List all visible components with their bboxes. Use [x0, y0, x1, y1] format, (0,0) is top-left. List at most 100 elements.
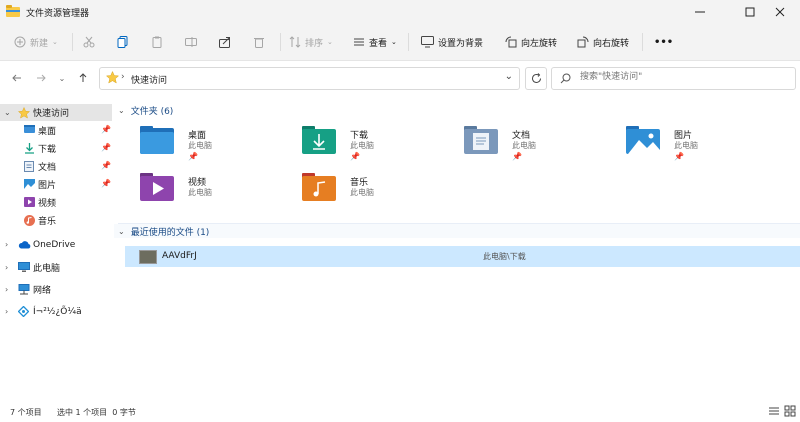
minimize-button[interactable]: [680, 0, 720, 24]
folder-location: 此电脑: [188, 188, 212, 197]
sidebar-item-desktop[interactable]: 桌面 📌: [0, 122, 112, 139]
maximize-icon: [745, 7, 755, 17]
arrow-up-icon: [79, 73, 87, 82]
content-pane: ⌄ 文件夹 (6) 桌面 此电脑 📌 下载 此电脑 📌 文档 此电脑 📌 图片 …: [114, 100, 800, 400]
image-thumbnail-icon: [139, 250, 157, 264]
set-bg-label: 设置为背景: [438, 38, 484, 49]
chevron-down-icon: ⌄: [391, 38, 397, 46]
sidebar-item-documents[interactable]: 文档 📌: [0, 158, 112, 175]
file-explorer-icon: [6, 5, 20, 17]
clipboard-icon: [152, 36, 162, 48]
view-label: 查看: [369, 38, 388, 49]
pin-icon: 📌: [101, 143, 111, 152]
music-folder-icon: [302, 173, 336, 201]
desktop-background-icon: [421, 36, 434, 48]
sidebar-item-pictures[interactable]: 图片 📌: [0, 176, 112, 193]
chevron-right-icon[interactable]: ›: [5, 263, 8, 272]
sidebar-item-videos[interactable]: 视频: [0, 194, 112, 211]
arrow-left-icon: [12, 74, 21, 82]
sidebar-item-label: 下载: [38, 145, 57, 155]
rename-icon: [185, 37, 197, 47]
share-button[interactable]: [219, 24, 231, 60]
close-button[interactable]: [760, 0, 800, 24]
pin-icon: 📌: [101, 125, 111, 134]
picture-folder-icon: [626, 126, 660, 154]
recent-locations-button[interactable]: ⌄: [54, 70, 70, 86]
chevron-right-icon[interactable]: ›: [5, 285, 8, 294]
sidebar-item-label: 文档: [38, 163, 57, 173]
file-name: AAVdFrJ: [162, 251, 197, 261]
sidebar-item-this-pc[interactable]: › 此电脑: [0, 259, 112, 276]
folder-tile-music[interactable]: 音乐 此电脑: [302, 173, 452, 213]
folder-tile-pictures[interactable]: 图片 此电脑 📌: [626, 126, 776, 166]
search-box[interactable]: [551, 67, 796, 90]
group-header-recent[interactable]: ⌄ 最近使用的文件 (1): [114, 224, 800, 238]
close-icon: [775, 7, 785, 17]
sidebar-item-downloads[interactable]: 下载 📌: [0, 140, 112, 157]
download-folder-icon: [302, 126, 336, 154]
forward-button[interactable]: [33, 70, 49, 86]
rotate-right-button[interactable]: 向右旋转: [577, 24, 629, 60]
new-button[interactable]: 新建 ⌄: [14, 24, 58, 60]
sidebar-item-music[interactable]: 音乐: [0, 212, 112, 229]
chevron-right-icon[interactable]: ›: [5, 240, 8, 249]
share-icon: [219, 37, 230, 48]
chevron-down-icon[interactable]: ⌄: [4, 108, 11, 117]
folder-location: 此电脑: [350, 141, 374, 150]
music-icon: [24, 215, 35, 226]
sidebar-item-label: 快速访问: [33, 109, 70, 119]
address-dropdown-chevron-icon[interactable]: ⌄: [505, 71, 513, 82]
sidebar-item-linux[interactable]: › Í¬²½¿Õ¼ä: [0, 303, 112, 320]
pin-icon: 📌: [101, 161, 111, 170]
rotate-left-button[interactable]: 向左旋转: [505, 24, 557, 60]
refresh-button[interactable]: [525, 67, 547, 90]
sidebar-item-onedrive[interactable]: › OneDrive: [0, 236, 112, 253]
toolbar-separator: [408, 33, 409, 51]
group-header-folders[interactable]: ⌄ 文件夹 (6): [114, 103, 173, 117]
recent-file-row[interactable]: AAVdFrJ 此电脑\下载: [125, 246, 800, 267]
video-folder-icon: [140, 173, 174, 201]
sort-label: 排序: [305, 38, 324, 49]
sidebar-item-label: 视频: [38, 199, 57, 209]
chevron-down-icon: ⌄: [58, 73, 66, 83]
sidebar-item-label: 桌面: [38, 127, 57, 137]
folder-tile-videos[interactable]: 视频 此电脑: [140, 173, 290, 213]
delete-button[interactable]: [253, 24, 265, 60]
sort-button[interactable]: 排序 ⌄: [289, 24, 333, 60]
status-bar: 7 个项目 选中 1 个项目 0 字节: [0, 400, 800, 422]
cut-button[interactable]: [83, 24, 95, 60]
star-icon: [106, 71, 119, 84]
pin-icon: 📌: [350, 152, 360, 161]
sidebar-item-label: 图片: [38, 181, 57, 191]
sidebar-item-quick-access[interactable]: ⌄ 快速访问: [0, 104, 112, 121]
pin-icon: 📌: [674, 152, 684, 161]
paste-button[interactable]: [151, 24, 163, 60]
folder-location: 此电脑: [512, 141, 536, 150]
sidebar-item-label: 此电脑: [33, 264, 61, 274]
chevron-down-icon: ⌄: [52, 38, 58, 46]
copy-button[interactable]: [117, 24, 129, 60]
folder-tile-desktop[interactable]: 桌面 此电脑 📌: [140, 126, 290, 166]
rename-button[interactable]: [185, 24, 197, 60]
set-as-background-button[interactable]: 设置为背景: [421, 24, 483, 60]
folder-tile-documents[interactable]: 文档 此电脑 📌: [464, 126, 614, 166]
details-view-icon[interactable]: [768, 405, 780, 417]
up-button[interactable]: [75, 70, 91, 86]
sidebar-item-label: 网络: [33, 286, 52, 296]
address-bar[interactable]: › 快速访问 ⌄: [99, 67, 520, 90]
refresh-icon: [531, 73, 541, 83]
arrow-right-icon: [37, 74, 46, 82]
sidebar-item-network[interactable]: › 网络: [0, 281, 112, 298]
picture-icon: [24, 179, 35, 189]
copy-icon: [117, 36, 128, 48]
navigation-pane: ⌄ 快速访问 桌面 📌 下载 📌 文档 📌 图片 📌 视频 音乐 › OneDr…: [0, 100, 112, 400]
chevron-right-icon[interactable]: ›: [5, 307, 8, 316]
breadcrumb-quick-access[interactable]: 快速访问: [131, 73, 167, 86]
view-button[interactable]: 查看 ⌄: [353, 24, 397, 60]
tiles-view-icon[interactable]: [784, 405, 796, 417]
back-button[interactable]: [9, 70, 25, 86]
more-options-button[interactable]: •••: [654, 24, 673, 60]
search-input[interactable]: [578, 71, 782, 83]
folder-tile-downloads[interactable]: 下载 此电脑 📌: [302, 126, 452, 166]
scissors-icon: [83, 36, 95, 48]
